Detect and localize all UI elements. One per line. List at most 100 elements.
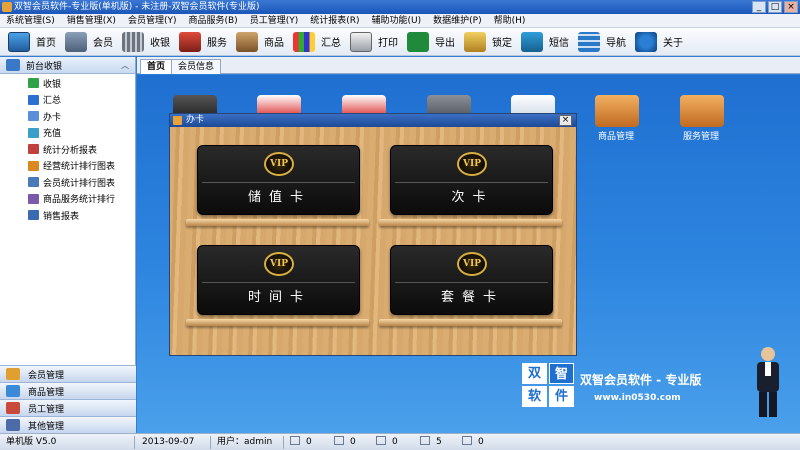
section-goods-management[interactable]: 商品管理 (0, 382, 136, 399)
sidebar-item-business-ranking[interactable]: 经营统计排行图表 (0, 158, 135, 175)
brand-title: 双智会员软件 - 专业版 (580, 373, 702, 387)
section-label: 会员管理 (28, 370, 65, 381)
excel-export-icon (407, 31, 429, 52)
toolbar-service-button[interactable]: 服务 (175, 29, 232, 55)
package-card-button[interactable]: VIP 套餐卡 (390, 245, 553, 315)
toolbar-home-button[interactable]: 首页 (4, 29, 61, 55)
sidebar-item-label: 统计分析报表 (43, 145, 98, 156)
order-icon (376, 436, 386, 445)
count-card-button[interactable]: VIP 次卡 (390, 145, 553, 215)
home-icon (8, 31, 30, 52)
sidebar-item-recharge[interactable]: 充值 (0, 125, 135, 142)
app-icon (2, 2, 12, 12)
card-divider (202, 282, 355, 283)
service-management-icon[interactable] (680, 95, 724, 127)
status-count-members[interactable]: 5 (420, 436, 442, 449)
card-label: 套餐卡 (440, 290, 504, 305)
toolbar-goods-button[interactable]: 商品 (232, 29, 289, 55)
toolbar-lock-button[interactable]: 锁定 (460, 29, 517, 55)
minimize-button[interactable]: _ (752, 1, 766, 13)
status-count-orders[interactable]: 0 (376, 436, 398, 449)
status-count-messages[interactable]: 0 (334, 436, 356, 449)
dialog-close-button[interactable]: × (559, 115, 572, 126)
message-icon (334, 436, 344, 445)
menu-goods-services[interactable]: 商品服务(B) (182, 14, 243, 27)
menu-tools[interactable]: 辅助功能(U) (366, 14, 428, 27)
status-count: 0 (392, 437, 398, 447)
toolbar-about-button[interactable]: 关于 (631, 29, 688, 55)
alert-icon (462, 436, 472, 445)
toolbar-export-button[interactable]: 导出 (403, 29, 460, 55)
toolbar-navigation-button[interactable]: 导航 (574, 29, 631, 55)
status-count-star[interactable]: 0 (290, 436, 312, 449)
member-section-icon (6, 368, 20, 380)
tab-home[interactable]: 首页 (140, 59, 173, 74)
close-button[interactable]: × (784, 1, 798, 13)
brand-logo: 双 智 软 件 (520, 362, 576, 408)
sidebar-item-issue-card[interactable]: 办卡 (0, 108, 135, 125)
service-management-label[interactable]: 服务管理 (666, 129, 736, 142)
shelf (186, 319, 369, 326)
issue-card-dialog: 办卡 × VIP 储值卡 VIP 次卡 VIP 时间卡 VIP 套餐卡 (169, 113, 577, 356)
card-label: 时间卡 (247, 290, 311, 305)
window-controls: _ □ × (752, 1, 798, 13)
menu-employees[interactable]: 员工管理(Y) (244, 14, 305, 27)
shelf (379, 319, 562, 326)
status-separator (283, 436, 284, 449)
card-item-icon (28, 111, 39, 122)
section-label: 其他管理 (28, 421, 65, 432)
cashier-item-icon (28, 78, 39, 89)
card-divider (395, 282, 548, 283)
vip-badge-icon: VIP (457, 152, 487, 176)
menu-data-maintenance[interactable]: 数据维护(P) (427, 14, 487, 27)
vip-badge-icon: VIP (264, 252, 294, 276)
goods-icon (236, 31, 258, 52)
sidebar-item-label: 办卡 (43, 112, 62, 123)
print-icon (350, 31, 372, 52)
status-count: 0 (350, 437, 356, 447)
toolbar-label: 汇总 (321, 38, 341, 49)
tab-member-info[interactable]: 会员信息 (171, 59, 222, 74)
menu-members[interactable]: 会员管理(Y) (122, 14, 183, 27)
toolbar-print-button[interactable]: 打印 (346, 29, 403, 55)
menu-help[interactable]: 帮助(H) (488, 14, 532, 27)
sidebar-item-sales-report[interactable]: 销售报表 (0, 207, 135, 224)
menu-reports[interactable]: 统计报表(R) (304, 14, 365, 27)
toolbar-summary-button[interactable]: 汇总 (289, 29, 346, 55)
toolbar-label: 锁定 (492, 38, 512, 49)
sidebar-item-member-ranking[interactable]: 会员统计排行图表 (0, 174, 135, 191)
section-other-management[interactable]: 其他管理 (0, 416, 136, 433)
star-icon (290, 436, 300, 445)
sidebar-item-label: 会员统计排行图表 (43, 178, 116, 189)
collapse-icon: ︿ (121, 60, 129, 70)
goods-management-label[interactable]: 商品管理 (581, 129, 651, 142)
stored-value-card-button[interactable]: VIP 储值卡 (197, 145, 360, 215)
goods-management-icon[interactable] (595, 95, 639, 127)
time-card-button[interactable]: VIP 时间卡 (197, 245, 360, 315)
toolbar-label: 短信 (549, 38, 569, 49)
section-label: 员工管理 (28, 404, 65, 415)
toolbar-member-button[interactable]: 会员 (61, 29, 118, 55)
toolbar-label: 商品 (264, 38, 284, 49)
sidebar-header[interactable]: 前台收银 ︿ (0, 57, 135, 74)
sidebar-item-goods-ranking[interactable]: 商品服务统计排行 (0, 191, 135, 208)
status-count-alerts[interactable]: 0 (462, 436, 484, 449)
section-member-management[interactable]: 会员管理 (0, 365, 136, 382)
status-count: 0 (306, 437, 312, 447)
sidebar-item-analysis-report[interactable]: 统计分析报表 (0, 141, 135, 158)
section-employee-management[interactable]: 员工管理 (0, 399, 136, 416)
sidebar-item-label: 经营统计排行图表 (43, 162, 116, 173)
summary-item-icon (28, 94, 39, 105)
status-edition: 单机版 V5.0 (6, 437, 57, 447)
maximize-button[interactable]: □ (768, 1, 782, 13)
toolbar-sms-button[interactable]: 短信 (517, 29, 574, 55)
sidebar-header-label: 前台收银 (26, 61, 63, 72)
dialog-body: VIP 储值卡 VIP 次卡 VIP 时间卡 VIP 套餐卡 (170, 127, 576, 355)
toolbar-cashier-button[interactable]: 收银 (118, 29, 175, 55)
menu-system[interactable]: 系统管理(S) (0, 14, 61, 27)
shelf (379, 219, 562, 226)
toolbar-label: 导出 (435, 38, 455, 49)
sidebar-item-cashier[interactable]: 收银 (0, 75, 135, 92)
sidebar-item-summary[interactable]: 汇总 (0, 92, 135, 109)
menu-sales[interactable]: 销售管理(X) (61, 14, 122, 27)
